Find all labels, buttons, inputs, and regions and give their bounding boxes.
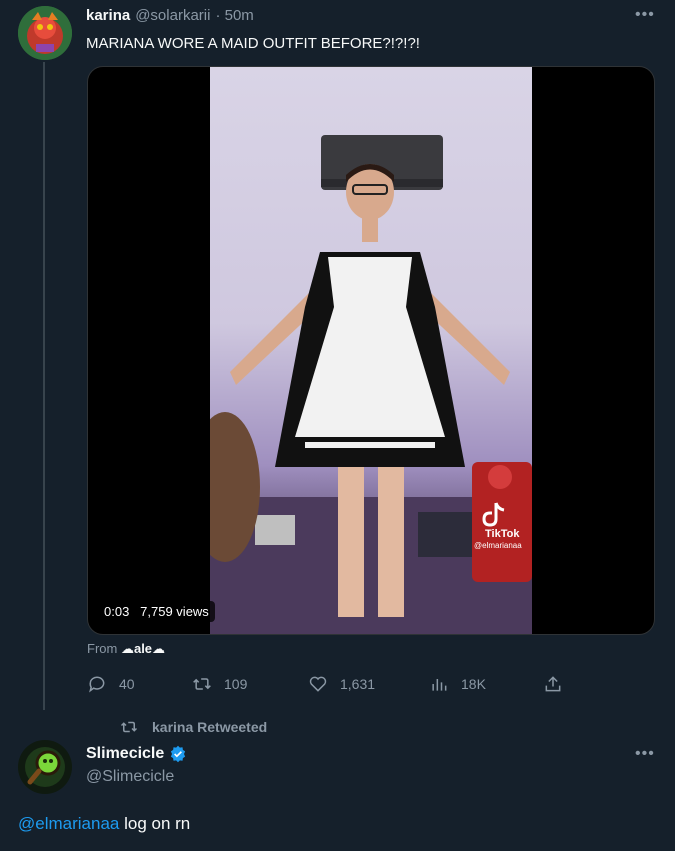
tweet-time[interactable]: · 50m: [215, 7, 253, 24]
views-count: 18K: [461, 676, 486, 692]
video-time: 0:03: [104, 604, 130, 619]
mention-link[interactable]: @elmarianaa: [18, 814, 119, 833]
like-button[interactable]: 1,631: [308, 674, 375, 694]
tweet2-text: log on rn: [119, 814, 191, 833]
reply-button[interactable]: 40: [87, 674, 135, 694]
avatar-karina[interactable]: [18, 6, 72, 60]
video-player[interactable]: TikTok @elmarianaa 0:03 7,759 views: [87, 66, 655, 635]
source-name[interactable]: ☁ale☁: [121, 641, 165, 656]
verified-badge-icon: [171, 745, 186, 763]
display-name-karina[interactable]: karina: [86, 7, 130, 24]
handle-slimecicle[interactable]: @Slimecicle: [86, 768, 174, 786]
retweet-small-icon: [120, 721, 138, 733]
retweet-count: 109: [224, 676, 248, 692]
avatar-slimecicle-image: [18, 740, 72, 794]
avatar-karina-image: [18, 6, 72, 60]
handle-karina[interactable]: @solarkarii: [135, 7, 210, 24]
retweet-notice-text: karina Retweeted: [152, 719, 268, 735]
avatar-slimecicle[interactable]: [18, 740, 72, 794]
reply-icon: [89, 676, 105, 693]
video-views: 7,759 views: [140, 604, 209, 619]
reply-count: 40: [119, 676, 135, 692]
retweet-notice[interactable]: karina Retweeted: [120, 718, 267, 736]
retweet-button[interactable]: 109: [192, 674, 247, 694]
tweet-text: MARIANA WORE A MAID OUTFIT BEFORE?!?!?!: [86, 35, 420, 52]
display-name-slimecicle[interactable]: Slimecicle: [86, 745, 164, 763]
video-thumbnail-image: TikTok @elmarianaa: [210, 135, 532, 634]
thread-line: [43, 62, 45, 732]
share-button[interactable]: [543, 674, 563, 694]
video-badge: 0:03 7,759 views: [98, 601, 215, 622]
tiktok-label: TikTok: [485, 528, 520, 540]
retweet-icon: [193, 678, 211, 690]
share-icon: [545, 676, 561, 692]
more-options-icon-2[interactable]: •••: [635, 745, 655, 763]
views-button[interactable]: 18K: [429, 674, 486, 694]
like-count: 1,631: [340, 676, 376, 692]
more-options-icon[interactable]: •••: [635, 6, 655, 24]
analytics-icon: [432, 679, 447, 691]
source-label: From: [87, 641, 118, 656]
heart-icon: [309, 676, 327, 692]
tiktok-handle: @elmarianaa: [474, 541, 522, 550]
video-frame: TikTok @elmarianaa: [210, 67, 532, 634]
